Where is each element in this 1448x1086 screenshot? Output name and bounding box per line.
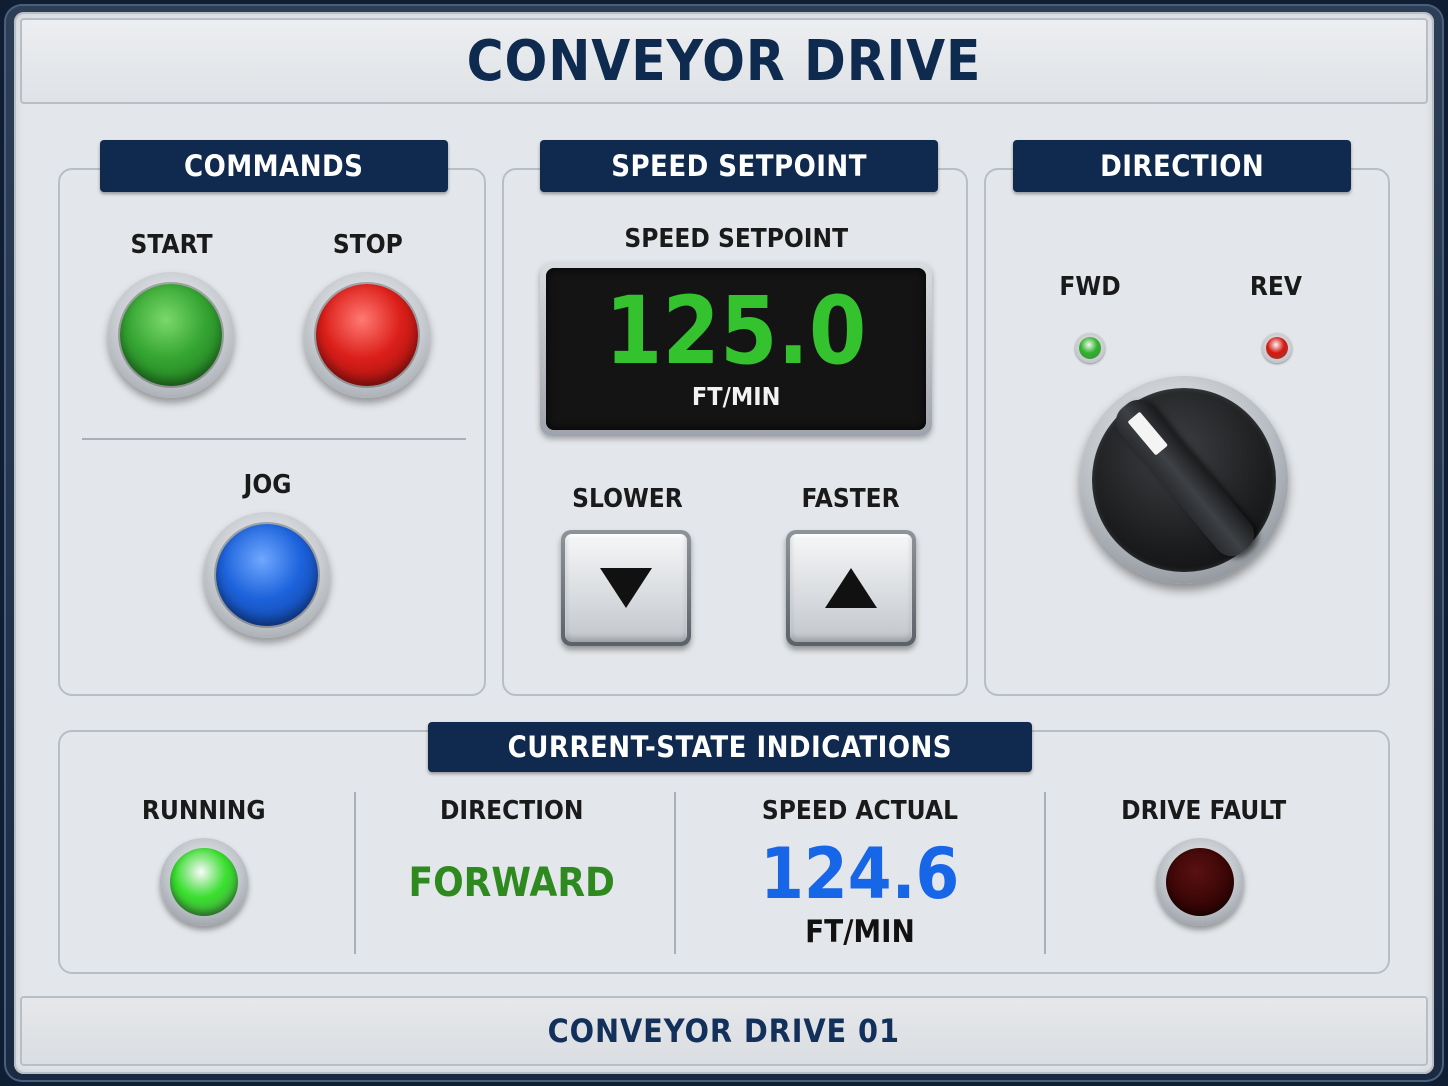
faster-label: FASTER <box>772 484 930 514</box>
speed-actual-value-text: 124.6 <box>760 833 960 915</box>
selector-knob-body <box>1092 388 1276 572</box>
speed-setpoint-unit-text: FT/MIN <box>691 382 781 411</box>
running-lamp <box>160 838 248 926</box>
start-button-cap <box>120 284 222 386</box>
faster-button-face <box>790 534 912 642</box>
speed-setpoint-value: 125.0 <box>546 282 926 382</box>
jog-label-text: JOG <box>244 470 292 500</box>
indications-divider-1 <box>354 792 356 954</box>
drive-fault-label: DRIVE FAULT <box>1084 796 1324 826</box>
start-label: START <box>112 230 232 260</box>
running-lamp-light <box>170 848 238 916</box>
speed-actual-label-text: SPEED ACTUAL <box>761 796 959 826</box>
stop-label-text: STOP <box>333 230 403 260</box>
speed-actual-unit-text: FT/MIN <box>805 914 915 950</box>
start-label-text: START <box>130 230 214 260</box>
speed-setpoint-display-label: SPEED SETPOINT <box>540 224 932 254</box>
speed-actual-unit: FT/MIN <box>720 914 1000 950</box>
direction-selector-switch[interactable] <box>1080 376 1288 584</box>
speed-setpoint-value-text: 125.0 <box>605 277 867 386</box>
footer-bar: CONVEYOR DRIVE 01 <box>20 996 1428 1066</box>
footer-tag: CONVEYOR DRIVE 01 <box>547 1012 901 1050</box>
slower-label: SLOWER <box>548 484 706 514</box>
drive-fault-lamp-light <box>1166 848 1234 916</box>
rev-label: REV <box>1226 272 1326 302</box>
commands-header-text: COMMANDS <box>184 149 364 183</box>
running-label-text: RUNNING <box>142 796 266 826</box>
indications-header-text: CURRENT-STATE INDICATIONS <box>507 730 953 764</box>
start-button[interactable] <box>108 272 234 398</box>
indications-divider-3 <box>1044 792 1046 954</box>
faster-button[interactable] <box>786 530 916 646</box>
drive-fault-label-text: DRIVE FAULT <box>1121 796 1287 826</box>
fwd-indicator-lamp <box>1075 333 1105 363</box>
slower-button-face <box>565 534 687 642</box>
speed-setpoint-unit: FT/MIN <box>546 382 926 411</box>
direction-status-value: FORWARD <box>372 860 652 906</box>
stop-button[interactable] <box>304 272 430 398</box>
rev-lamp-light <box>1266 337 1288 359</box>
jog-label: JOG <box>208 470 328 500</box>
fwd-label: FWD <box>1040 272 1140 302</box>
speed-setpoint-screen: 125.0 FT/MIN <box>546 268 926 430</box>
selector-pointer-mark <box>1127 411 1168 456</box>
selector-knob-handle <box>1108 392 1262 564</box>
direction-status-label-text: DIRECTION <box>440 796 584 826</box>
speed-setpoint-header: SPEED SETPOINT <box>540 140 938 192</box>
speed-setpoint-display-label-text: SPEED SETPOINT <box>624 224 848 254</box>
indications-header: CURRENT-STATE INDICATIONS <box>428 722 1032 772</box>
triangle-down-icon <box>600 568 652 608</box>
indications-divider-2 <box>674 792 676 954</box>
speed-actual-value: 124.6 <box>720 836 1000 912</box>
commands-header: COMMANDS <box>100 140 448 192</box>
drive-fault-lamp <box>1156 838 1244 926</box>
direction-status-value-text: FORWARD <box>408 860 616 906</box>
stop-label: STOP <box>308 230 428 260</box>
jog-button[interactable] <box>204 512 330 638</box>
faster-label-text: FASTER <box>801 484 901 514</box>
rev-indicator-lamp <box>1262 333 1292 363</box>
title-bar: CONVEYOR DRIVE <box>20 18 1428 104</box>
stop-button-cap <box>316 284 418 386</box>
speed-setpoint-display: 125.0 FT/MIN <box>540 262 932 436</box>
fwd-label-text: FWD <box>1059 272 1121 302</box>
fwd-lamp-light <box>1079 337 1101 359</box>
speed-setpoint-header-text: SPEED SETPOINT <box>611 149 867 183</box>
speed-actual-label: SPEED ACTUAL <box>720 796 1000 826</box>
slower-button[interactable] <box>561 530 691 646</box>
rev-label-text: REV <box>1249 272 1303 302</box>
direction-status-label: DIRECTION <box>392 796 632 826</box>
jog-button-cap <box>216 524 318 626</box>
triangle-up-icon <box>825 568 877 608</box>
page-title: CONVEYOR DRIVE <box>466 28 982 94</box>
commands-divider <box>82 438 466 440</box>
running-label: RUNNING <box>104 796 304 826</box>
direction-header: DIRECTION <box>1013 140 1351 192</box>
direction-header-text: DIRECTION <box>1099 149 1265 183</box>
slower-label-text: SLOWER <box>571 484 683 514</box>
